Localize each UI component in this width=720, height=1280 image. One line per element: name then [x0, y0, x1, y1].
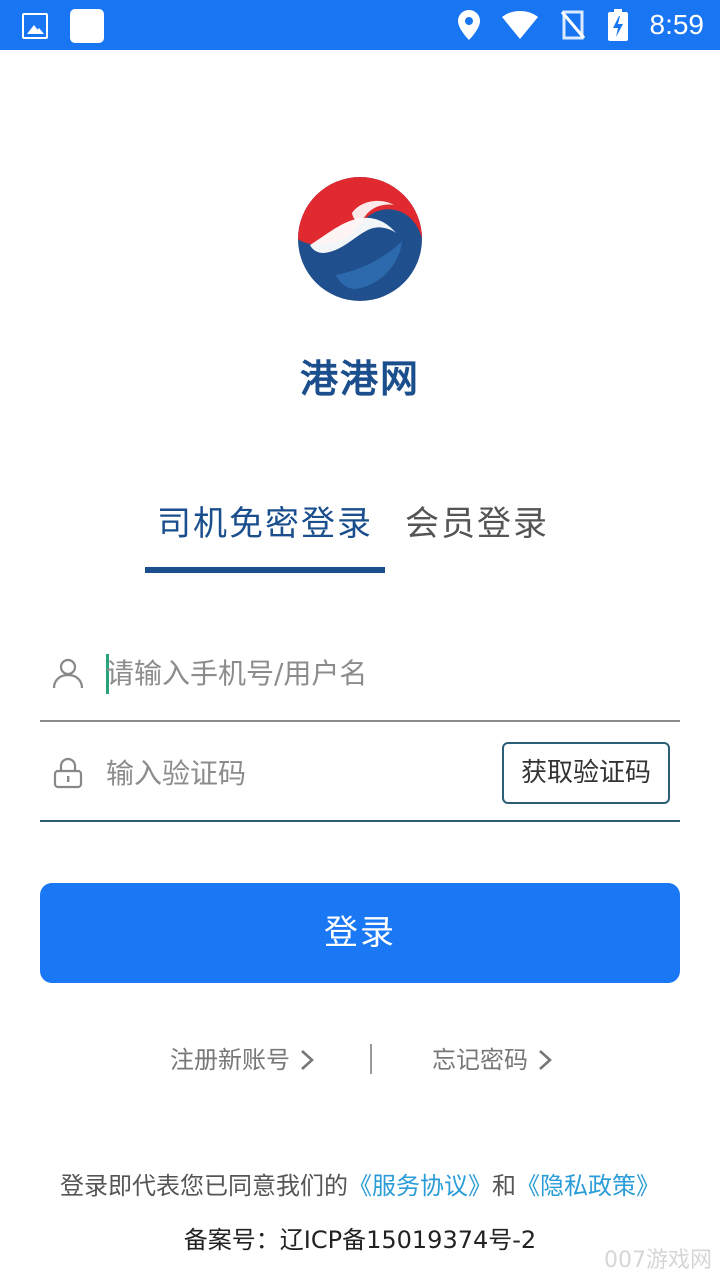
chevron-right-icon — [301, 1050, 314, 1070]
user-icon — [52, 658, 84, 689]
lock-icon — [53, 757, 83, 789]
agreement-and: 和 — [492, 1172, 516, 1200]
code-input[interactable]: 输入验证码 — [106, 754, 246, 794]
status-bar: 8:59 — [0, 0, 720, 50]
phone-input[interactable]: 请输入手机号/用户名 — [106, 654, 367, 694]
agreement-prefix: 登录即代表您已同意我们的 — [60, 1172, 348, 1200]
app-name: 港港网 — [299, 357, 420, 401]
location-icon — [457, 10, 480, 40]
wifi-icon — [501, 11, 538, 39]
register-label: 注册新账号 — [170, 1046, 290, 1074]
login-button[interactable]: 登录 — [40, 883, 680, 983]
code-field[interactable]: 输入验证码 获取验证码 — [40, 722, 680, 822]
forgot-label: 忘记密码 — [432, 1046, 528, 1074]
get-code-button[interactable]: 获取验证码 — [502, 742, 670, 804]
forgot-password-link[interactable]: 忘记密码 — [432, 1040, 554, 1080]
phone-field[interactable]: 请输入手机号/用户名 — [40, 622, 680, 722]
links-divider — [370, 1044, 372, 1074]
taiji-logo — [298, 177, 422, 301]
battery-charging-icon — [607, 9, 628, 41]
service-agreement-link[interactable]: 《服务协议》 — [348, 1172, 492, 1200]
login-tabs: 司机免密登录 会员登录 — [145, 500, 575, 575]
tab-member-login[interactable]: 会员登录 — [405, 500, 549, 548]
register-link[interactable]: 注册新账号 — [170, 1040, 316, 1080]
agreement-text: 登录即代表您已同意我们的《服务协议》和《隐私政策》 — [0, 1166, 720, 1206]
watermark: 007游戏网 — [604, 1248, 712, 1273]
notification-icon — [70, 9, 104, 43]
account-links: 注册新账号 忘记密码 — [0, 1040, 720, 1080]
no-signal-icon — [560, 10, 585, 40]
tab-driver-login[interactable]: 司机免密登录 — [145, 500, 385, 548]
gallery-icon — [22, 13, 48, 39]
chevron-right-icon — [539, 1050, 552, 1070]
privacy-policy-link[interactable]: 《隐私政策》 — [516, 1172, 660, 1200]
status-time: 8:59 — [649, 9, 705, 40]
tab-active-indicator — [145, 567, 385, 573]
